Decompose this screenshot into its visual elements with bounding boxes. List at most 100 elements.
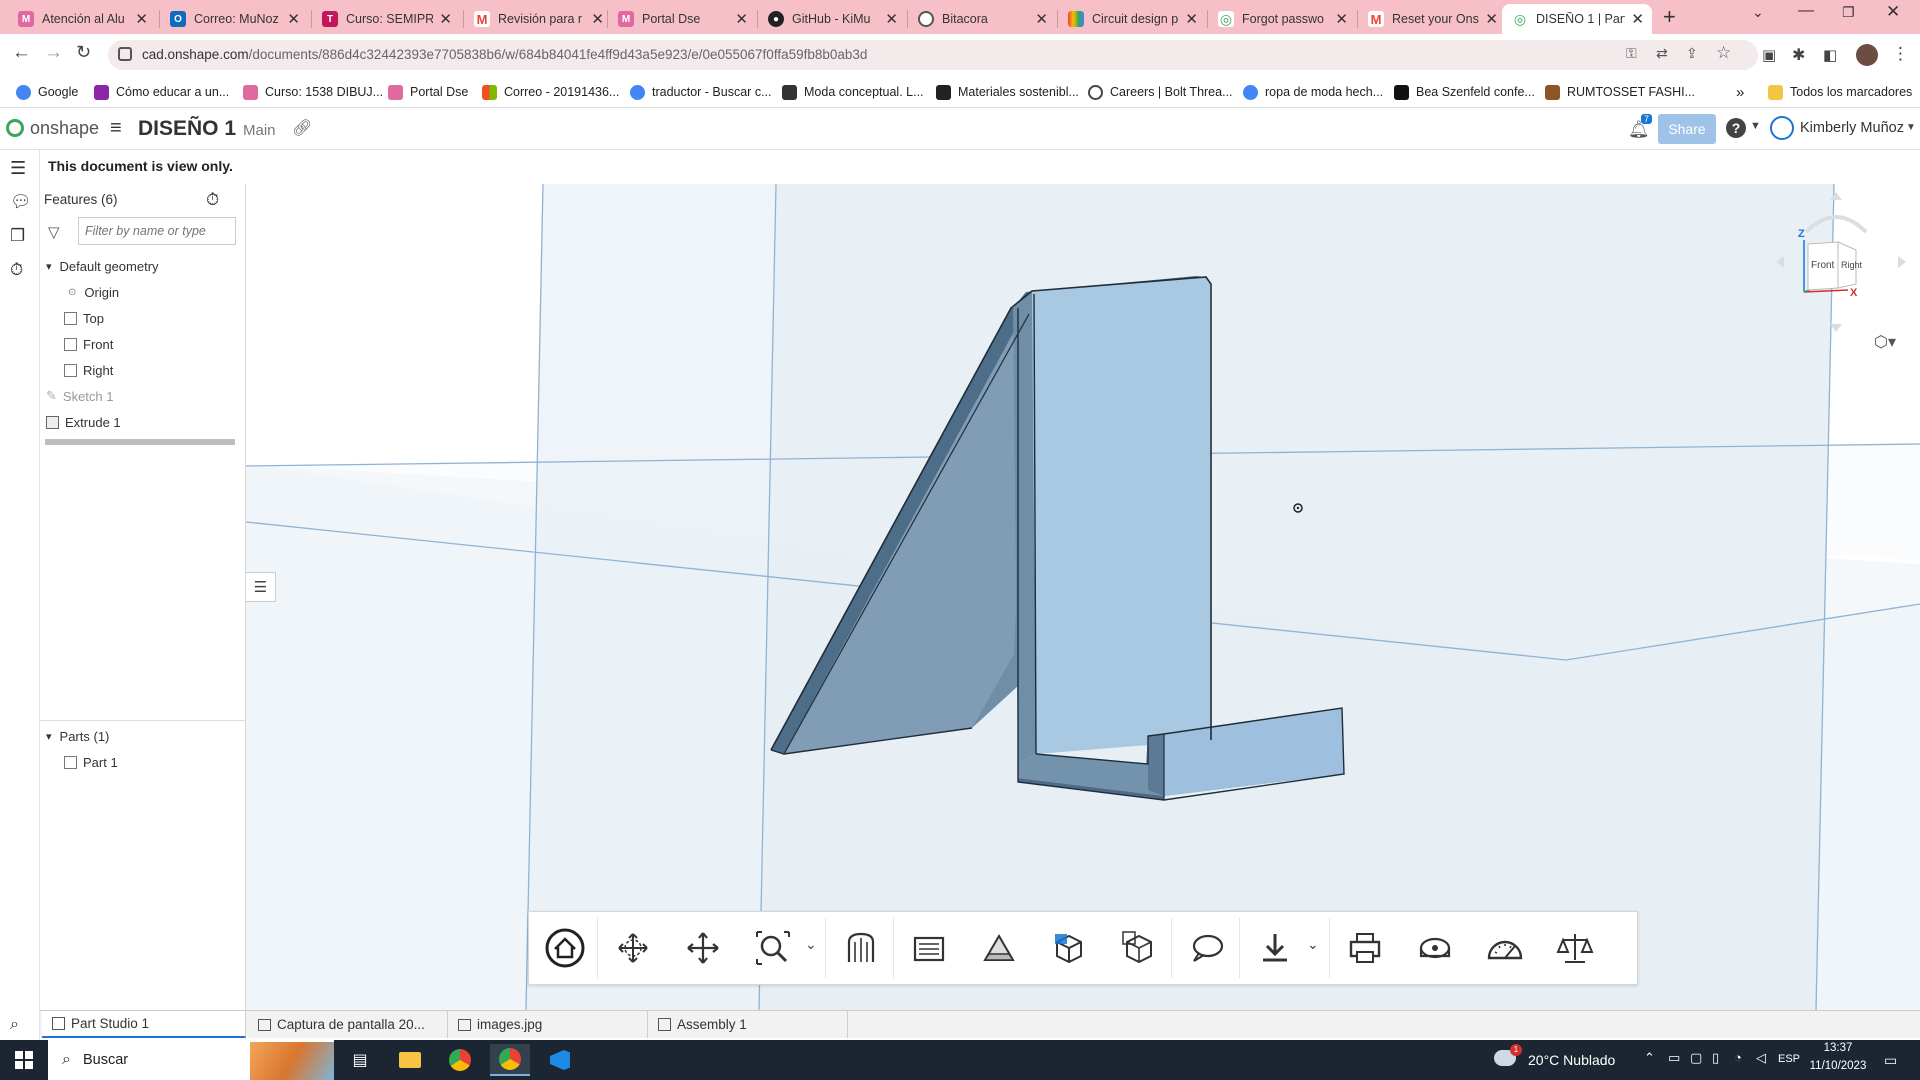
- browser-tab[interactable]: ◎ Forgot passwo ✕: [1208, 4, 1356, 34]
- bookmark-item[interactable]: Careers | Bolt Threa...: [1088, 82, 1233, 102]
- feature-filter-input[interactable]: [78, 217, 236, 245]
- tree-item-right-plane[interactable]: Right: [40, 358, 246, 382]
- view-cube-front[interactable]: Front: [1811, 260, 1834, 271]
- view-cube-right[interactable]: Right: [1841, 260, 1862, 270]
- search-tools-icon[interactable]: ⌕: [10, 1016, 19, 1034]
- help-icon[interactable]: ?: [1726, 118, 1746, 138]
- comments-icon[interactable]: 💬︎: [10, 192, 32, 212]
- close-tab-icon[interactable]: ✕: [1485, 10, 1498, 28]
- export-dropdown-icon[interactable]: ⌄: [1307, 936, 1319, 953]
- rotate-view-button[interactable]: [603, 918, 663, 978]
- feature-list-icon[interactable]: ☰: [10, 158, 26, 179]
- tab-search-icon[interactable]: ⌄: [1752, 4, 1764, 21]
- wifi-icon[interactable]: ◔: [1734, 1050, 1742, 1065]
- battery-icon[interactable]: ▯: [1712, 1050, 1719, 1066]
- weather-text[interactable]: 20°C Nublado: [1528, 1052, 1615, 1068]
- back-arrow-icon[interactable]: ←: [12, 42, 31, 64]
- parts-icon[interactable]: ❒: [10, 226, 25, 246]
- language-indicator[interactable]: ESP: [1778, 1053, 1800, 1065]
- share-button[interactable]: Share: [1658, 114, 1716, 144]
- onshape-logo-icon[interactable]: [6, 119, 24, 137]
- browser-tab-active[interactable]: ◎ DISEÑO 1 | Part ✕: [1502, 4, 1652, 34]
- display-icon[interactable]: ▢: [1690, 1050, 1702, 1066]
- close-window-button[interactable]: ✕: [1886, 2, 1900, 22]
- toggle-list-icon[interactable]: ☰: [246, 572, 276, 602]
- browser-tab[interactable]: M Portal Dse ✕: [608, 4, 756, 34]
- windows-start-icon[interactable]: [4, 1044, 44, 1076]
- part-item[interactable]: Part 1: [40, 750, 246, 774]
- browser-tab[interactable]: M Revisión para r ✕: [464, 4, 612, 34]
- chrome-active-taskbar-icon[interactable]: [490, 1044, 530, 1076]
- history-icon[interactable]: ⏱︎: [10, 260, 23, 280]
- tab-part-studio[interactable]: Part Studio 1: [42, 1011, 246, 1038]
- all-bookmarks-folder[interactable]: Todos los marcadores: [1768, 82, 1912, 102]
- tab-images-jpg[interactable]: images.jpg: [448, 1011, 648, 1038]
- task-view-icon[interactable]: ▤: [340, 1044, 380, 1076]
- close-tab-icon[interactable]: ✕: [439, 10, 452, 28]
- browser-tab[interactable]: T Curso: SEMIPRE ✕: [312, 4, 460, 34]
- key-icon[interactable]: ⚿: [1626, 45, 1637, 62]
- close-tab-icon[interactable]: ✕: [591, 10, 604, 28]
- browser-tab[interactable]: M Atención al Alu ✕: [8, 4, 156, 34]
- bookmark-item[interactable]: Bea Szenfeld confe...: [1394, 82, 1535, 102]
- puzzle-extensions-icon[interactable]: ✱: [1792, 45, 1805, 65]
- user-dropdown-icon[interactable]: ▼: [1906, 122, 1916, 133]
- profile-avatar[interactable]: [1856, 44, 1878, 66]
- parts-header-row[interactable]: ▾ Parts (1): [40, 724, 246, 748]
- network-icon[interactable]: ▭: [1668, 1050, 1680, 1066]
- link-icon[interactable]: 🔗︎: [292, 118, 312, 138]
- bookmark-item[interactable]: Cómo educar a un...: [94, 82, 229, 102]
- bookmark-item[interactable]: Portal Dse: [388, 82, 468, 102]
- tab-assembly[interactable]: Assembly 1: [648, 1011, 848, 1038]
- browser-tab[interactable]: Circuit design p ✕: [1058, 4, 1206, 34]
- brand-name[interactable]: onshape: [30, 118, 99, 139]
- translate-icon[interactable]: ⇄: [1656, 45, 1668, 62]
- tree-item-top-plane[interactable]: Top: [40, 306, 246, 330]
- restore-button[interactable]: ❐: [1842, 4, 1855, 21]
- chrome-menu-icon[interactable]: ⋮: [1892, 44, 1909, 64]
- bookmark-item[interactable]: ropa de moda hech...: [1243, 82, 1383, 102]
- close-tab-icon[interactable]: ✕: [1035, 10, 1048, 28]
- close-tab-icon[interactable]: ✕: [885, 10, 898, 28]
- file-explorer-icon[interactable]: [390, 1044, 430, 1076]
- mass-properties-button[interactable]: [1545, 918, 1605, 978]
- reload-icon[interactable]: ↻: [76, 42, 91, 63]
- side-panel-icon[interactable]: ◧: [1823, 46, 1837, 64]
- branch-name[interactable]: Main: [243, 122, 276, 139]
- chevron-down-icon[interactable]: ▾: [46, 730, 52, 743]
- export-button[interactable]: [1245, 918, 1305, 978]
- close-tab-icon[interactable]: ✕: [135, 10, 148, 28]
- bookmark-item[interactable]: Moda conceptual. L...: [782, 82, 924, 102]
- rollback-timer-icon[interactable]: ⏱︎: [206, 190, 219, 210]
- taskbar-search-box[interactable]: ⌕ Buscar: [48, 1040, 334, 1080]
- chevron-down-icon[interactable]: ▾: [46, 260, 52, 273]
- volume-icon[interactable]: ◁: [1756, 1050, 1766, 1066]
- browser-tab[interactable]: O Correo: MuNoz ✕: [160, 4, 308, 34]
- model-canvas[interactable]: [246, 184, 1920, 1010]
- bookmark-item[interactable]: Correo - 20191436...: [482, 82, 619, 102]
- hide-show-parts-button[interactable]: [1109, 918, 1169, 978]
- minimize-button[interactable]: —: [1798, 2, 1814, 20]
- close-tab-icon[interactable]: ✕: [287, 10, 300, 28]
- bookmark-item[interactable]: Google: [16, 82, 78, 102]
- close-tab-icon[interactable]: ✕: [1631, 10, 1644, 28]
- close-tab-icon[interactable]: ✕: [735, 10, 748, 28]
- extension-icon[interactable]: ▣: [1762, 46, 1776, 64]
- pan-view-button[interactable]: [673, 918, 733, 978]
- user-avatar-icon[interactable]: [1770, 116, 1794, 140]
- browser-tab[interactable]: Bitacora ✕: [908, 4, 1056, 34]
- tree-item-origin[interactable]: ⊙ Origin: [40, 280, 246, 304]
- bookmark-item[interactable]: Curso: 1538 DIBUJ...: [243, 82, 383, 102]
- display-states-button[interactable]: [1039, 918, 1099, 978]
- help-dropdown-icon[interactable]: ▼: [1750, 120, 1761, 132]
- forward-arrow-icon[interactable]: →: [44, 42, 63, 64]
- clock-date[interactable]: 11/10/2023: [1798, 1060, 1878, 1072]
- view-cube[interactable]: Z X Front Right: [1776, 192, 1906, 332]
- bookmark-item[interactable]: RUMTOSSET FASHI...: [1545, 82, 1695, 102]
- measure-button[interactable]: [1405, 918, 1465, 978]
- print-button[interactable]: [1335, 918, 1395, 978]
- bookmark-item[interactable]: Materiales sostenibl...: [936, 82, 1079, 102]
- named-views-button[interactable]: [969, 918, 1029, 978]
- tree-item-front-plane[interactable]: Front: [40, 332, 246, 356]
- home-view-button[interactable]: [535, 918, 595, 978]
